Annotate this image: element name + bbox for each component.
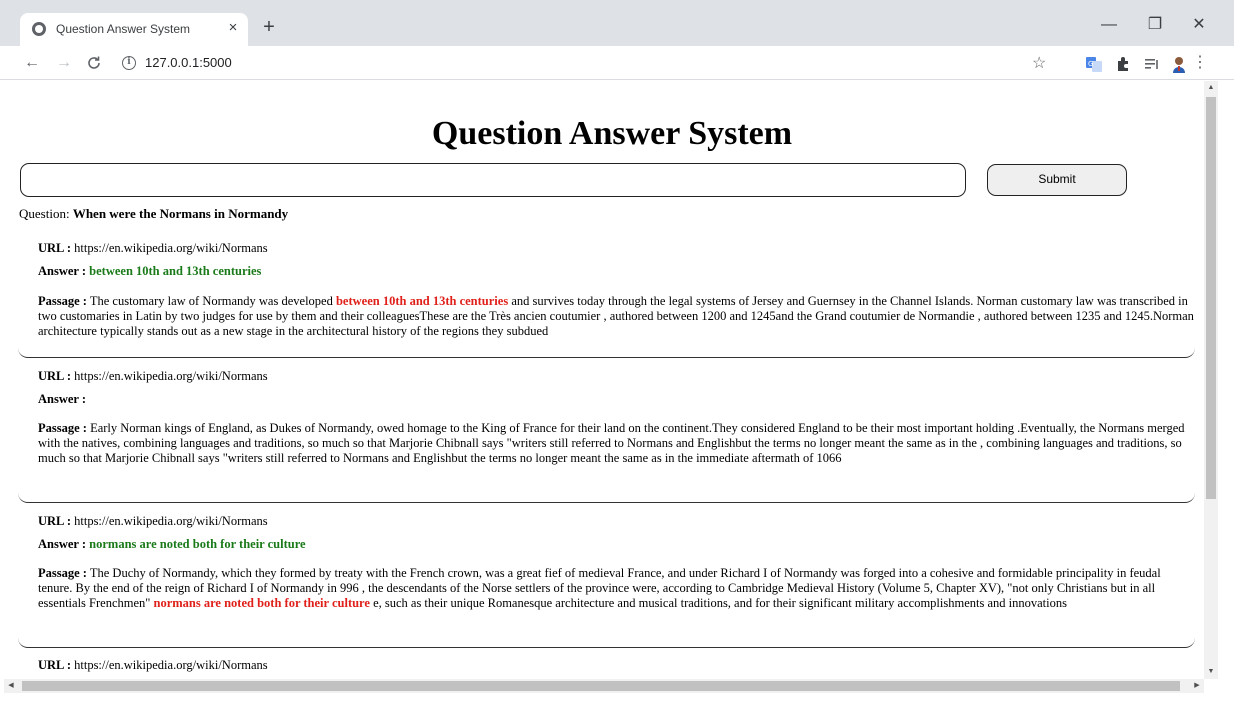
result-passage: Passage : Early Norman kings of England,… [38, 421, 1185, 465]
reading-list-icon[interactable] [1143, 55, 1161, 73]
browser-tabstrip: Question Answer System × + — ❐ ✕ [0, 0, 1234, 46]
horizontal-scrollbar[interactable]: ◀ ▶ [4, 679, 1204, 693]
browser-toolbar: ← → i 127.0.0.1:5000 ☆ G ⋮ [0, 46, 1234, 80]
result-answer: Answer : between 10th and 13th centuries [38, 264, 262, 278]
profile-avatar[interactable] [1170, 55, 1188, 73]
scroll-down-arrow-icon[interactable]: ▼ [1204, 665, 1218, 679]
question-label: Question: [19, 206, 70, 221]
reload-icon[interactable] [82, 51, 106, 75]
svg-text:G: G [1088, 60, 1093, 68]
tab-close-icon[interactable]: × [224, 19, 242, 37]
vertical-scrollbar[interactable]: ▲ ▼ [1204, 81, 1218, 679]
globe-icon [32, 22, 46, 36]
result-answer: Answer : [38, 392, 87, 406]
extensions-puzzle-icon[interactable] [1115, 55, 1133, 73]
passage-highlight: normans are noted both for their culture [153, 596, 370, 610]
result-url: URL : https://en.wikipedia.org/wiki/Norm… [38, 241, 268, 255]
result-url: URL : https://en.wikipedia.org/wiki/Norm… [38, 514, 268, 528]
result-url: URL : https://en.wikipedia.org/wiki/Norm… [38, 369, 268, 383]
question-line: Question: When were the Normans in Norma… [19, 206, 288, 222]
answer-text: normans are noted both for their culture [89, 537, 306, 551]
result-url-link[interactable]: https://en.wikipedia.org/wiki/Normans [74, 514, 268, 528]
forward-arrow-icon[interactable]: → [52, 51, 76, 75]
result-card: URL : https://en.wikipedia.org/wiki/Norm… [18, 360, 1195, 503]
restore-button[interactable]: ❐ [1140, 14, 1170, 36]
result-card: URL : https://en.wikipedia.org/wiki/Norm… [18, 505, 1195, 648]
result-passage: Passage : The customary law of Normandy … [38, 294, 1194, 338]
address-bar[interactable]: i 127.0.0.1:5000 ☆ [114, 50, 1060, 76]
info-icon[interactable]: i [122, 56, 136, 70]
submit-button[interactable]: Submit [987, 164, 1127, 196]
scroll-up-arrow-icon[interactable]: ▲ [1204, 81, 1218, 95]
result-url-link[interactable]: https://en.wikipedia.org/wiki/Normans [74, 658, 268, 672]
question-text: When were the Normans in Normandy [72, 206, 289, 221]
back-arrow-icon[interactable]: ← [20, 51, 44, 75]
question-input[interactable] [20, 163, 966, 197]
passage-highlight: between 10th and 13th centuries [335, 294, 509, 308]
new-tab-button[interactable]: + [258, 16, 280, 38]
browser-tab[interactable]: Question Answer System × [20, 13, 248, 46]
result-url: URL : https://en.wikipedia.org/wiki/Norm… [38, 658, 268, 672]
window-bottom-edge [0, 693, 1234, 709]
scroll-right-arrow-icon[interactable]: ▶ [1190, 679, 1204, 693]
result-url-link[interactable]: https://en.wikipedia.org/wiki/Normans [74, 241, 268, 255]
horizontal-scroll-thumb[interactable] [22, 681, 1180, 691]
minimize-button[interactable]: — [1094, 14, 1124, 36]
page-title: Question Answer System [431, 115, 793, 152]
address-bar-url[interactable]: 127.0.0.1:5000 [145, 55, 232, 70]
page-content: Question Answer System Submit Question: … [0, 81, 1204, 679]
result-passage: Passage : The Duchy of Normandy, which t… [38, 566, 1161, 610]
vertical-scroll-thumb[interactable] [1206, 97, 1216, 499]
result-card: URL : https://en.wikipedia.org/wiki/Norm… [18, 650, 1195, 679]
translate-extension-icon[interactable]: G [1085, 55, 1103, 73]
tab-title: Question Answer System [56, 22, 191, 36]
scroll-left-arrow-icon[interactable]: ◀ [4, 679, 18, 693]
answer-text: between 10th and 13th centuries [89, 264, 262, 278]
close-window-button[interactable]: ✕ [1184, 14, 1214, 36]
result-answer: Answer : normans are noted both for thei… [38, 537, 306, 551]
bookmark-star-icon[interactable]: ☆ [1032, 53, 1046, 73]
browser-menu-icon[interactable]: ⋮ [1188, 51, 1212, 75]
result-url-link[interactable]: https://en.wikipedia.org/wiki/Normans [74, 369, 268, 383]
result-card: URL : https://en.wikipedia.org/wiki/Norm… [18, 233, 1195, 358]
